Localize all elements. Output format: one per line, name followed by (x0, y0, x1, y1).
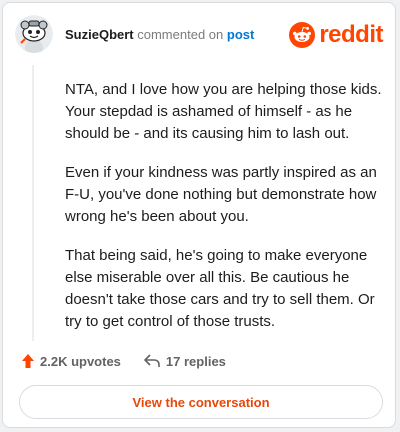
thread-line (32, 65, 34, 341)
upvote-count: 2.2K upvotes (40, 353, 121, 369)
comment-card: SuzieQbert commented on post reddit NTA,… (2, 2, 396, 428)
username-link[interactable]: SuzieQbert (65, 27, 134, 42)
post-link[interactable]: post (227, 27, 254, 42)
view-conversation-button[interactable]: View the conversation (19, 385, 383, 419)
upvote-arrow-icon (22, 354, 34, 368)
reply-count: 17 replies (165, 353, 226, 369)
comment-header: SuzieQbert commented on post reddit (3, 3, 395, 65)
user-avatar[interactable] (15, 15, 53, 53)
reply-icon (144, 354, 160, 367)
comment-body: NTA, and I love how you are helping thos… (65, 79, 385, 350)
commented-on-text: commented on (137, 27, 224, 42)
reddit-logo-icon (289, 22, 316, 48)
comment-paragraph: Even if your kindness was partly inspire… (65, 164, 377, 225)
comment-paragraph: NTA, and I love how you are helping thos… (65, 81, 382, 142)
snoo-avatar-icon (15, 15, 53, 53)
reddit-brand[interactable]: reddit (289, 21, 383, 49)
comment-paragraph: That being said, he's going to make ever… (65, 247, 375, 330)
upvote-button[interactable]: 2.2K upvotes (21, 353, 121, 369)
commenter-line: SuzieQbert commented on post (65, 27, 254, 42)
comment-actions: 2.2K upvotes 17 replies (21, 349, 226, 373)
reddit-wordmark: reddit (319, 21, 383, 48)
replies-button[interactable]: 17 replies (143, 354, 226, 369)
